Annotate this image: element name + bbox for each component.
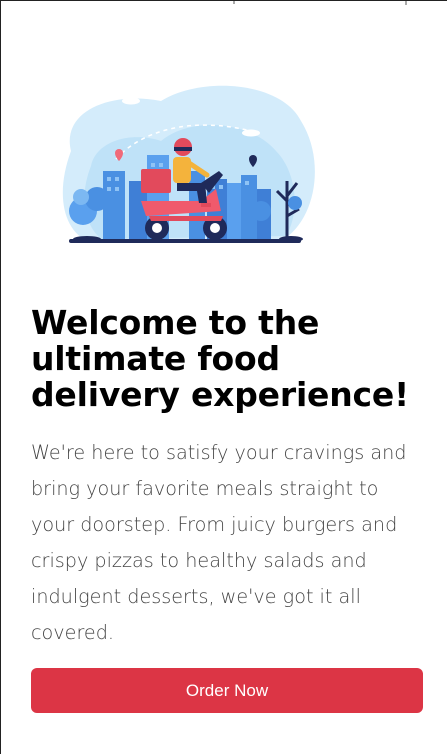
order-now-button[interactable]: Order Now xyxy=(31,668,423,713)
delivery-scooter-rider-icon xyxy=(62,75,315,244)
page-title: Welcome to the ultimate food delivery ex… xyxy=(31,303,409,414)
top-edge-marks xyxy=(233,1,407,5)
welcome-description: We're here to satisfy your cravings and … xyxy=(31,441,407,644)
app-screen: Welcome to the ultimate food delivery ex… xyxy=(0,0,447,754)
